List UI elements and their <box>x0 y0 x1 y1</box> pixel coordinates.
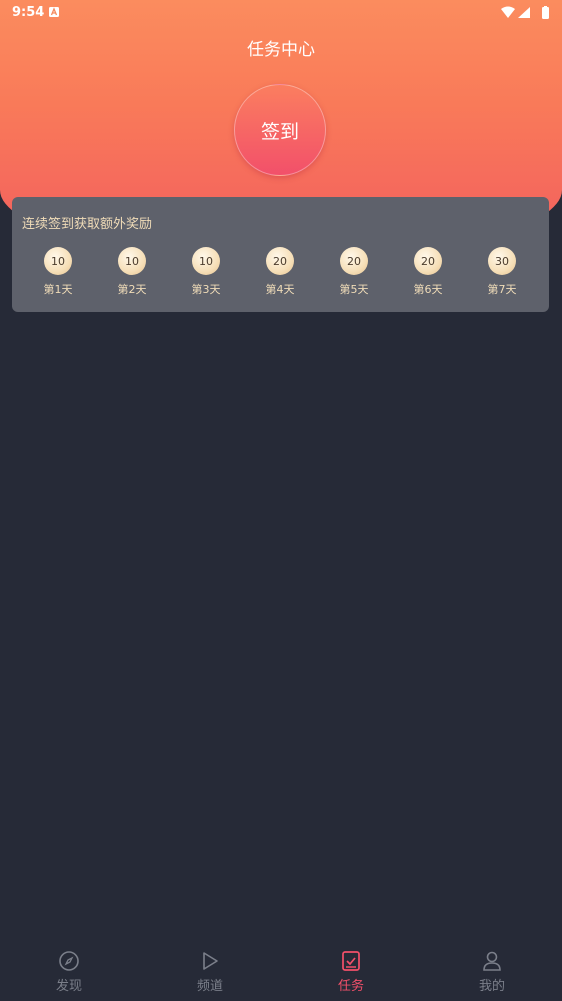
tab-label: 发现 <box>55 979 82 994</box>
coin-badge: 10 <box>44 247 72 275</box>
day-label: 第2天 <box>117 283 147 296</box>
day-label: 第3天 <box>191 283 221 296</box>
notification-icon <box>49 7 59 17</box>
compass-icon <box>59 951 79 971</box>
checkin-button[interactable]: 签到 <box>234 84 326 176</box>
coin-badge: 10 <box>192 247 220 275</box>
status-time: 9:54 <box>12 5 45 20</box>
streak-day: 20 第4天 <box>252 247 308 297</box>
coin-badge: 20 <box>414 247 442 275</box>
streak-day: 10 第2天 <box>104 247 160 297</box>
bottom-tab-bar: 发现 频道 任务 我的 <box>0 940 562 1001</box>
checkin-button-label: 签到 <box>260 120 299 143</box>
day-label: 第4天 <box>265 283 295 296</box>
tab-me[interactable]: 我的 <box>452 950 532 994</box>
streak-day: 10 第3天 <box>178 247 234 297</box>
day-label: 第5天 <box>339 283 369 296</box>
user-icon <box>483 951 501 971</box>
tab-tasks[interactable]: 任务 <box>311 950 391 994</box>
reward-card-title: 连续签到获取额外奖励 <box>22 217 153 232</box>
streak-day: 20 第5天 <box>326 247 382 297</box>
coin-badge: 20 <box>340 247 368 275</box>
status-bar: 9:54 <box>0 0 562 26</box>
coin-badge: 20 <box>266 247 294 275</box>
tab-label: 我的 <box>478 979 505 994</box>
coin-badge: 10 <box>118 247 146 275</box>
play-icon <box>203 952 218 970</box>
day-label: 第1天 <box>43 283 73 296</box>
tab-discover[interactable]: 发现 <box>29 950 109 994</box>
streak-day: 10 第1天 <box>30 247 86 297</box>
tab-label: 任务 <box>337 979 364 994</box>
day-label: 第7天 <box>487 283 517 296</box>
page-title: 任务中心 <box>247 40 315 60</box>
streak-day: 20 第6天 <box>400 247 456 297</box>
status-icons <box>501 6 549 19</box>
streak-day: 30 第7天 <box>474 247 530 297</box>
streak-reward-card: 连续签到获取额外奖励 10 第1天 10 第2天 10 第3天 20 第4天 2… <box>12 197 549 312</box>
task-check-icon <box>342 951 360 971</box>
day-label: 第6天 <box>413 283 443 296</box>
coin-badge: 30 <box>488 247 516 275</box>
streak-days: 10 第1天 10 第2天 10 第3天 20 第4天 20 第5天 20 第6… <box>12 247 549 302</box>
tab-channel[interactable]: 频道 <box>170 950 250 994</box>
tab-label: 频道 <box>196 979 223 994</box>
